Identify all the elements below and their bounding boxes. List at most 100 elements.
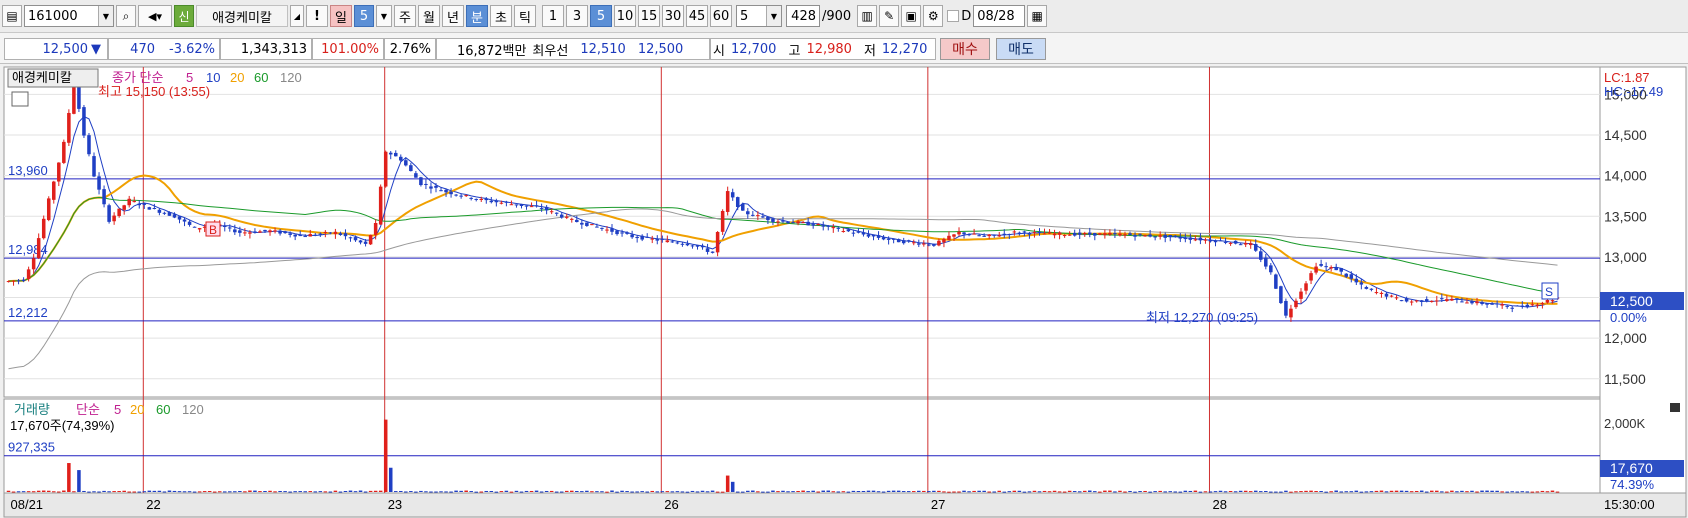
volume-bar [102, 490, 106, 492]
volume-bar [846, 491, 851, 493]
volume-bar [152, 490, 157, 492]
candle-body [1359, 282, 1364, 285]
volume-bar [570, 490, 574, 492]
volume-bar [1304, 490, 1308, 492]
volume-bar [1203, 491, 1208, 493]
candle-body [575, 219, 579, 223]
volume-bar [1103, 490, 1107, 492]
candle-body [46, 198, 51, 221]
candle-body [87, 135, 91, 155]
volume-bar [383, 419, 388, 492]
candle-body [1047, 232, 1052, 234]
candle-body [605, 229, 609, 231]
y-tick-label: 12,000 [1604, 330, 1647, 346]
volume-bar [1319, 491, 1323, 493]
candle-body [142, 203, 147, 205]
candle-body [1193, 239, 1198, 241]
volume-bar [479, 491, 484, 493]
volume-bar [575, 490, 579, 492]
volume-bar [57, 491, 61, 493]
x-tick-label: 26 [664, 497, 678, 512]
candle-body [102, 189, 106, 205]
candle-body [831, 227, 836, 229]
candle-body [1178, 237, 1183, 239]
volume-bar [680, 491, 685, 493]
candle-body [82, 107, 86, 136]
volume-bar [590, 491, 594, 493]
candle-body [997, 235, 1002, 237]
volume-bar [1012, 490, 1017, 492]
candle-body [283, 231, 287, 234]
volume-bar [192, 491, 197, 493]
volume-reference-label: 927,335 [8, 440, 55, 455]
volume-bar [1158, 490, 1162, 492]
candle-body [962, 232, 966, 235]
volume-bar [1334, 490, 1338, 492]
candle-body [1445, 299, 1449, 301]
volume-bar [202, 491, 207, 493]
x-tick-label: 23 [388, 497, 402, 512]
volume-bar [1253, 490, 1258, 492]
volume-bar [1163, 491, 1167, 493]
candle-body [1259, 251, 1263, 260]
candle-body [685, 243, 690, 246]
candle-body [1284, 300, 1288, 316]
volume-bar [112, 491, 116, 493]
candle-body [479, 198, 484, 200]
volume-bar [670, 491, 675, 493]
volume-bar [1259, 491, 1263, 493]
volume-bar [1208, 491, 1213, 493]
volume-bar [1269, 491, 1273, 493]
volume-bar [92, 491, 96, 493]
candle-body [967, 234, 971, 236]
candle-body [192, 226, 197, 228]
candle-body [328, 232, 333, 234]
candle-body [816, 224, 820, 226]
volume-bar [695, 491, 700, 493]
volume-bar [1515, 491, 1520, 493]
price-chart[interactable]: 13,960 12,984 12,212 927,335 11,500 12,000 12… [0, 0, 1688, 518]
volume-bar [1274, 491, 1278, 493]
candle-body [424, 183, 428, 185]
candle-body [906, 240, 911, 242]
volume-bar [781, 490, 785, 492]
volume-bar [962, 490, 966, 492]
volume-bar [1238, 490, 1243, 492]
candle-body [519, 204, 524, 207]
panel-close-icon[interactable] [1670, 403, 1680, 412]
candle-body [243, 232, 247, 234]
candle-body [977, 235, 981, 237]
volume-bar [1374, 490, 1379, 492]
volume-bar [595, 491, 599, 493]
reference-line-label: 12,984 [8, 242, 48, 257]
volume-bar [1017, 490, 1022, 492]
candle-body [1389, 295, 1394, 297]
candle-body [1384, 293, 1389, 297]
candle-body [233, 229, 237, 233]
volume-bar [539, 491, 544, 493]
volume-bar [72, 491, 76, 493]
volume-bar [1233, 491, 1238, 493]
candle-body [564, 216, 569, 218]
candle-body [539, 208, 544, 210]
candle-body [26, 269, 31, 280]
grid-toggle-icon[interactable] [11, 91, 29, 107]
candle-body [680, 243, 685, 245]
candle-body [1490, 303, 1494, 305]
volume-bar [343, 491, 348, 493]
volume-bar [700, 490, 705, 492]
candle-body [761, 216, 765, 218]
candle-body [1012, 231, 1017, 233]
volume-bar [786, 491, 790, 493]
volume-bar [263, 490, 267, 492]
candle-body [620, 232, 624, 234]
candle-body [514, 204, 519, 206]
candle-body [1057, 232, 1062, 235]
candle-body [52, 181, 56, 200]
candle-body [1339, 268, 1343, 272]
candle-body [670, 241, 675, 243]
candle-body [348, 237, 353, 239]
candle-body [21, 279, 26, 282]
series-name: 애경케미칼 [12, 70, 72, 85]
candle-body [499, 202, 504, 204]
